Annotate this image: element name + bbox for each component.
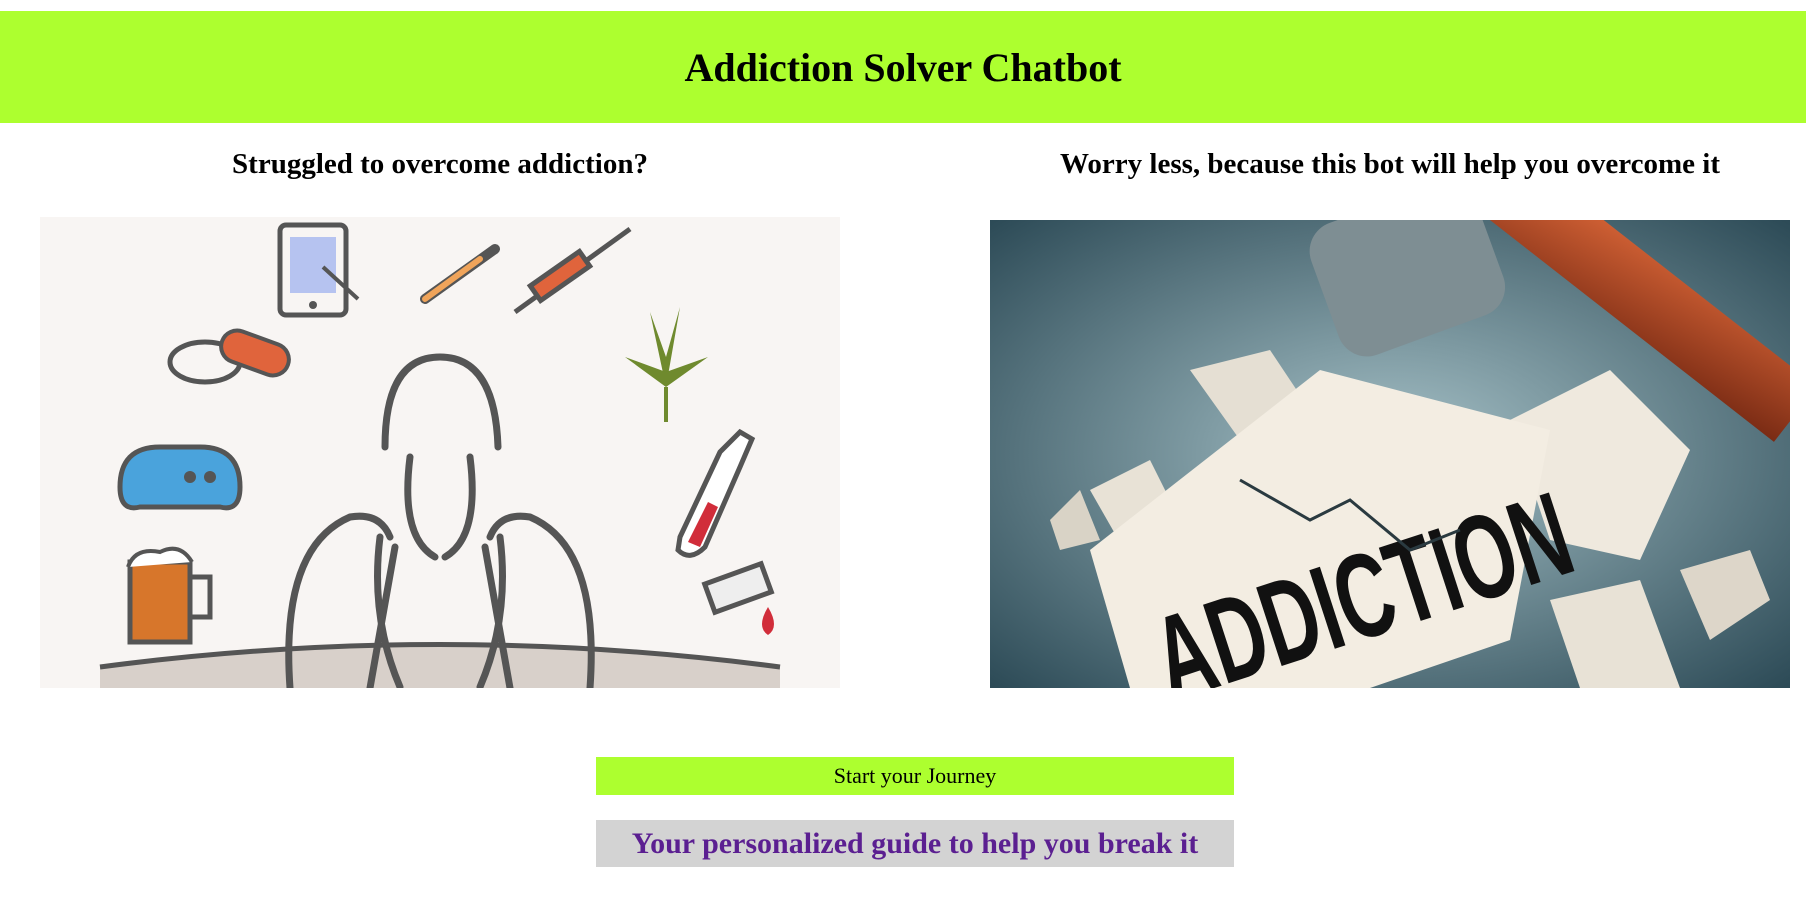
addiction-illustration-image [40, 217, 840, 688]
page-title: Addiction Solver Chatbot [684, 44, 1122, 90]
right-heading: Worry less, because this bot will help y… [1060, 148, 1720, 180]
gamepad-icon [117, 444, 243, 511]
broken-addiction-stone-image: ADDICTION [990, 220, 1790, 688]
tagline-text: Your personalized guide to help you brea… [596, 820, 1234, 867]
left-heading: Struggled to overcome addiction? [232, 148, 648, 180]
start-journey-button[interactable]: Start your Journey [596, 757, 1234, 795]
page-header: Addiction Solver Chatbot [0, 11, 1806, 123]
